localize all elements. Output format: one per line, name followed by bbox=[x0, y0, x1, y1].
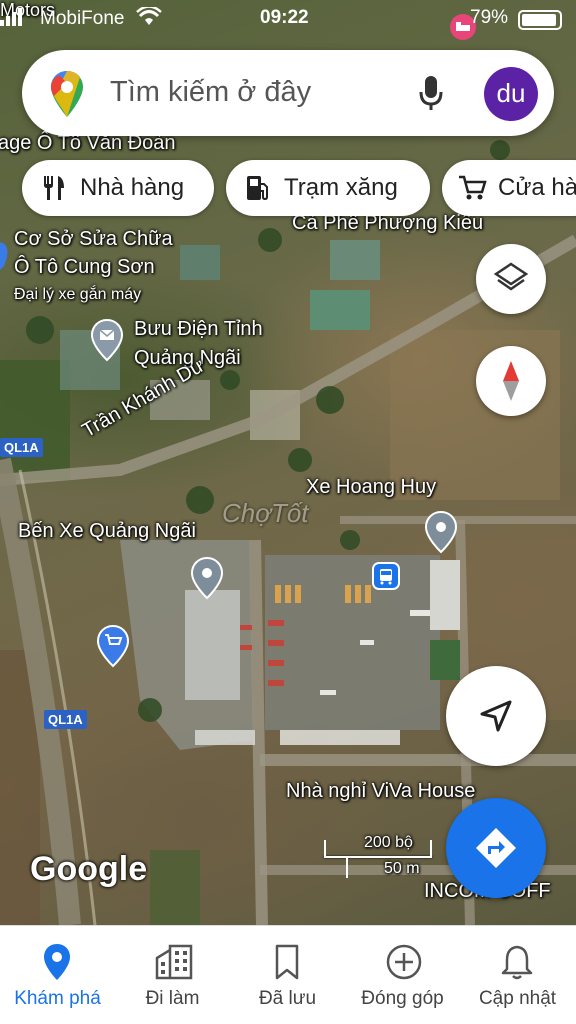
bus-stop-icon[interactable] bbox=[372, 562, 400, 590]
chip-label-gas-station: Trạm xăng bbox=[284, 174, 398, 201]
map-label-nha-nghi[interactable]: Nhà nghỉ ViVa House bbox=[286, 780, 475, 803]
tab-explore[interactable]: Khám phá bbox=[0, 926, 115, 1024]
directions-icon bbox=[476, 828, 516, 868]
bookmark-icon bbox=[275, 944, 299, 980]
bell-icon bbox=[501, 945, 533, 980]
search-bar[interactable]: Tìm kiếm ở đây du bbox=[22, 50, 554, 136]
avatar[interactable]: du bbox=[484, 67, 538, 121]
satellite-map[interactable]: QL1A QL1A Motors age Ô Tô Văn Đoàn Cà Ph… bbox=[0, 0, 576, 925]
layers-button[interactable] bbox=[476, 244, 546, 314]
carrier-group: MobiFone bbox=[0, 5, 162, 30]
tab-updates[interactable]: Cập nhật bbox=[460, 926, 575, 1024]
explore-pin-icon bbox=[44, 944, 70, 980]
chip-label-restaurant: Nhà hàng bbox=[80, 174, 185, 201]
watermark: ChợTốt bbox=[222, 498, 309, 528]
signal-icon bbox=[0, 8, 22, 26]
wifi-icon bbox=[135, 5, 162, 25]
google-logo: Google bbox=[30, 850, 148, 888]
tab-label-updates: Cập nhật bbox=[478, 988, 557, 1009]
tab-label-commute: Đi làm bbox=[145, 988, 200, 1009]
carrier-name: MobiFone bbox=[40, 8, 125, 29]
battery-percent: 79% bbox=[470, 7, 509, 28]
bus-station-pin-icon[interactable] bbox=[190, 556, 224, 600]
partial-pin-icon bbox=[0, 242, 8, 270]
microphone-icon[interactable] bbox=[418, 74, 444, 112]
tab-saved[interactable]: Đã lưu bbox=[230, 926, 345, 1024]
compass-button[interactable] bbox=[476, 346, 546, 416]
clock: 09:22 bbox=[260, 7, 309, 28]
chip-label-shopping: Cửa hà bbox=[498, 174, 576, 201]
scale-meters: 50 m bbox=[384, 860, 420, 877]
chip-restaurant[interactable]: Nhà hàng bbox=[22, 160, 214, 216]
tab-contribute[interactable]: Đóng góp bbox=[345, 926, 460, 1024]
road-shield-ql1a: QL1A bbox=[44, 710, 87, 729]
add-circle-icon bbox=[386, 944, 422, 980]
commute-icon bbox=[155, 944, 193, 980]
scale-bar: 200 bộ 50 m bbox=[324, 834, 434, 882]
compass-icon bbox=[503, 361, 519, 401]
navigation-arrow-icon bbox=[480, 700, 512, 732]
shopping-pin-icon[interactable] bbox=[96, 624, 130, 668]
map-label-xe-hoang-huy[interactable]: Xe Hoang Huy bbox=[306, 476, 436, 499]
restaurant-icon bbox=[44, 176, 64, 200]
directions-button[interactable] bbox=[446, 798, 546, 898]
scale-feet: 200 bộ bbox=[364, 834, 413, 851]
my-location-button[interactable] bbox=[446, 666, 546, 766]
shopping-cart-icon bbox=[459, 175, 487, 200]
tab-label-explore: Khám phá bbox=[14, 988, 101, 1009]
road-shield-ql1a-top: QL1A bbox=[0, 438, 43, 457]
search-placeholder[interactable]: Tìm kiếm ở đây bbox=[110, 76, 311, 109]
battery-icon bbox=[518, 10, 562, 30]
map-label-oto-cung-son[interactable]: Ô Tô Cung Sơn bbox=[14, 256, 155, 279]
map-label-buu-dien-1[interactable]: Bưu Điện Tỉnh bbox=[134, 318, 263, 341]
place-pin-icon[interactable] bbox=[424, 510, 458, 554]
bottom-navigation: Khám phá Đi làm Đã lưu Đóng góp Cập nhật bbox=[0, 925, 576, 1024]
google-maps-logo-icon bbox=[51, 71, 83, 117]
chip-gas-station[interactable]: Trạm xăng bbox=[226, 160, 430, 216]
chip-shopping[interactable]: Cửa hà bbox=[442, 160, 576, 216]
tab-commute[interactable]: Đi làm bbox=[115, 926, 230, 1024]
tab-label-saved: Đã lưu bbox=[258, 988, 317, 1009]
tab-label-contribute: Đóng góp bbox=[361, 988, 444, 1009]
map-label-dai-ly[interactable]: Đại lý xe gắn máy bbox=[14, 286, 141, 304]
layers-icon bbox=[493, 262, 529, 291]
gas-station-icon bbox=[247, 176, 268, 201]
post-office-pin-icon[interactable] bbox=[90, 318, 124, 362]
map-label-co-so[interactable]: Cơ Sở Sửa Chữa bbox=[14, 228, 173, 251]
status-bar: MobiFone 09:22 79% bbox=[0, 0, 576, 36]
map-label-ben-xe[interactable]: Bến Xe Quảng Ngãi bbox=[18, 520, 196, 543]
